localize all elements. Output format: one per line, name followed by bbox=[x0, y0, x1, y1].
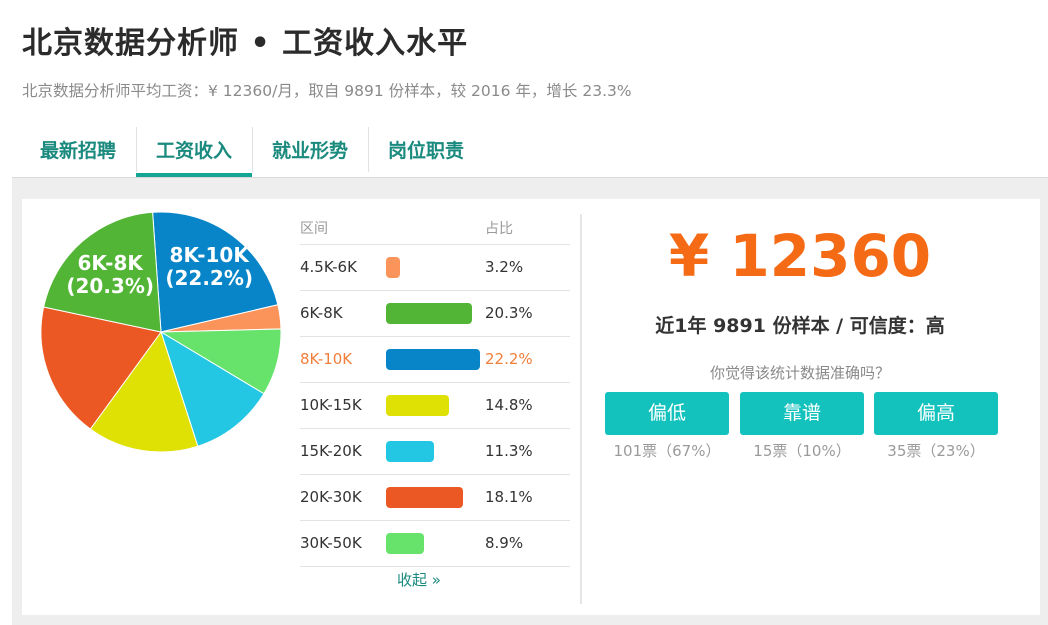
range-label: 8K-10K bbox=[300, 350, 353, 368]
accuracy-question: 你觉得该统计数据准确吗？ bbox=[709, 364, 890, 382]
ratio-bar bbox=[386, 349, 480, 370]
pie-label-6K-8K-value: (20.3%) bbox=[66, 274, 154, 298]
range-label: 6K-8K bbox=[300, 304, 343, 322]
column-header-ratio: 占比 bbox=[485, 221, 513, 237]
table-row: 10K-15K 14.8% bbox=[300, 383, 570, 429]
sample-info: 近1年 9891 份样本 / 可信度：高 bbox=[655, 315, 945, 337]
vote-accurate-count: 15票（10%） bbox=[753, 442, 851, 460]
salary-distribution-table: 区间 占比 4.5K-6K 3.2% 6K-8K 20.3% 8K-10K 22.2% 10… bbox=[300, 212, 570, 567]
column-header-range: 区间 bbox=[300, 221, 328, 237]
vote-low-button[interactable]: 偏低 bbox=[605, 392, 729, 435]
vote-high-count: 35票（23%） bbox=[887, 442, 985, 460]
pie-label-8K-10K-name: 8K-10K bbox=[170, 243, 251, 267]
ratio-value: 8.9% bbox=[485, 534, 524, 552]
salary-pie-chart: 6K-8K(20.3%) 8K-10K(22.2%) bbox=[40, 211, 282, 453]
ratio-bar bbox=[386, 487, 463, 508]
collapse-link[interactable]: 收起 » bbox=[397, 569, 441, 590]
ratio-bar bbox=[386, 441, 434, 462]
table-row: 20K-30K 18.1% bbox=[300, 475, 570, 521]
page-title: 北京数据分析师 • 工资收入水平 bbox=[22, 26, 469, 61]
ratio-value: 3.2% bbox=[485, 258, 524, 276]
ratio-bar bbox=[386, 257, 400, 278]
range-label: 15K-20K bbox=[300, 442, 362, 460]
ratio-bar bbox=[386, 395, 449, 416]
tab-salary[interactable]: 工资收入 bbox=[136, 127, 253, 177]
tab-employment[interactable]: 就业形势 bbox=[252, 127, 368, 177]
table-row: 8K-10K 22.2% bbox=[300, 337, 570, 383]
range-label: 20K-30K bbox=[300, 488, 362, 506]
table-row: 30K-50K 8.9% bbox=[300, 521, 570, 567]
table-row: 4.5K-6K 3.2% bbox=[300, 245, 570, 291]
vote-accurate-button[interactable]: 靠谱 bbox=[740, 392, 864, 435]
table-header: 区间 占比 bbox=[300, 212, 570, 245]
tab-bar: 最新招聘 工资收入 就业形势 岗位职责 bbox=[20, 127, 484, 177]
pie-label-8K-10K-value: (22.2%) bbox=[165, 266, 253, 290]
ratio-value: 14.8% bbox=[485, 396, 533, 414]
pie-label-6K-8K-name: 6K-8K bbox=[78, 251, 145, 275]
table-row: 6K-8K 20.3% bbox=[300, 291, 570, 337]
range-label: 30K-50K bbox=[300, 534, 362, 552]
range-label: 4.5K-6K bbox=[300, 258, 357, 276]
tab-latest-jobs[interactable]: 最新招聘 bbox=[20, 127, 136, 177]
average-salary: ¥ 12360 bbox=[668, 222, 932, 290]
ratio-bar bbox=[386, 533, 424, 554]
ratio-bar bbox=[386, 303, 472, 324]
ratio-value: 18.1% bbox=[485, 488, 533, 506]
table-row: 15K-20K 11.3% bbox=[300, 429, 570, 475]
page-subtitle: 北京数据分析师平均工资：¥ 12360/月，取自 9891 份样本，较 2016… bbox=[22, 82, 632, 100]
tab-responsibilities[interactable]: 岗位职责 bbox=[368, 127, 484, 177]
ratio-value: 20.3% bbox=[485, 304, 533, 322]
vote-high-button[interactable]: 偏高 bbox=[874, 392, 998, 435]
ratio-value: 11.3% bbox=[485, 442, 533, 460]
vote-low-count: 101票（67%） bbox=[613, 442, 721, 460]
range-label: 10K-15K bbox=[300, 396, 362, 414]
ratio-value: 22.2% bbox=[485, 350, 533, 368]
